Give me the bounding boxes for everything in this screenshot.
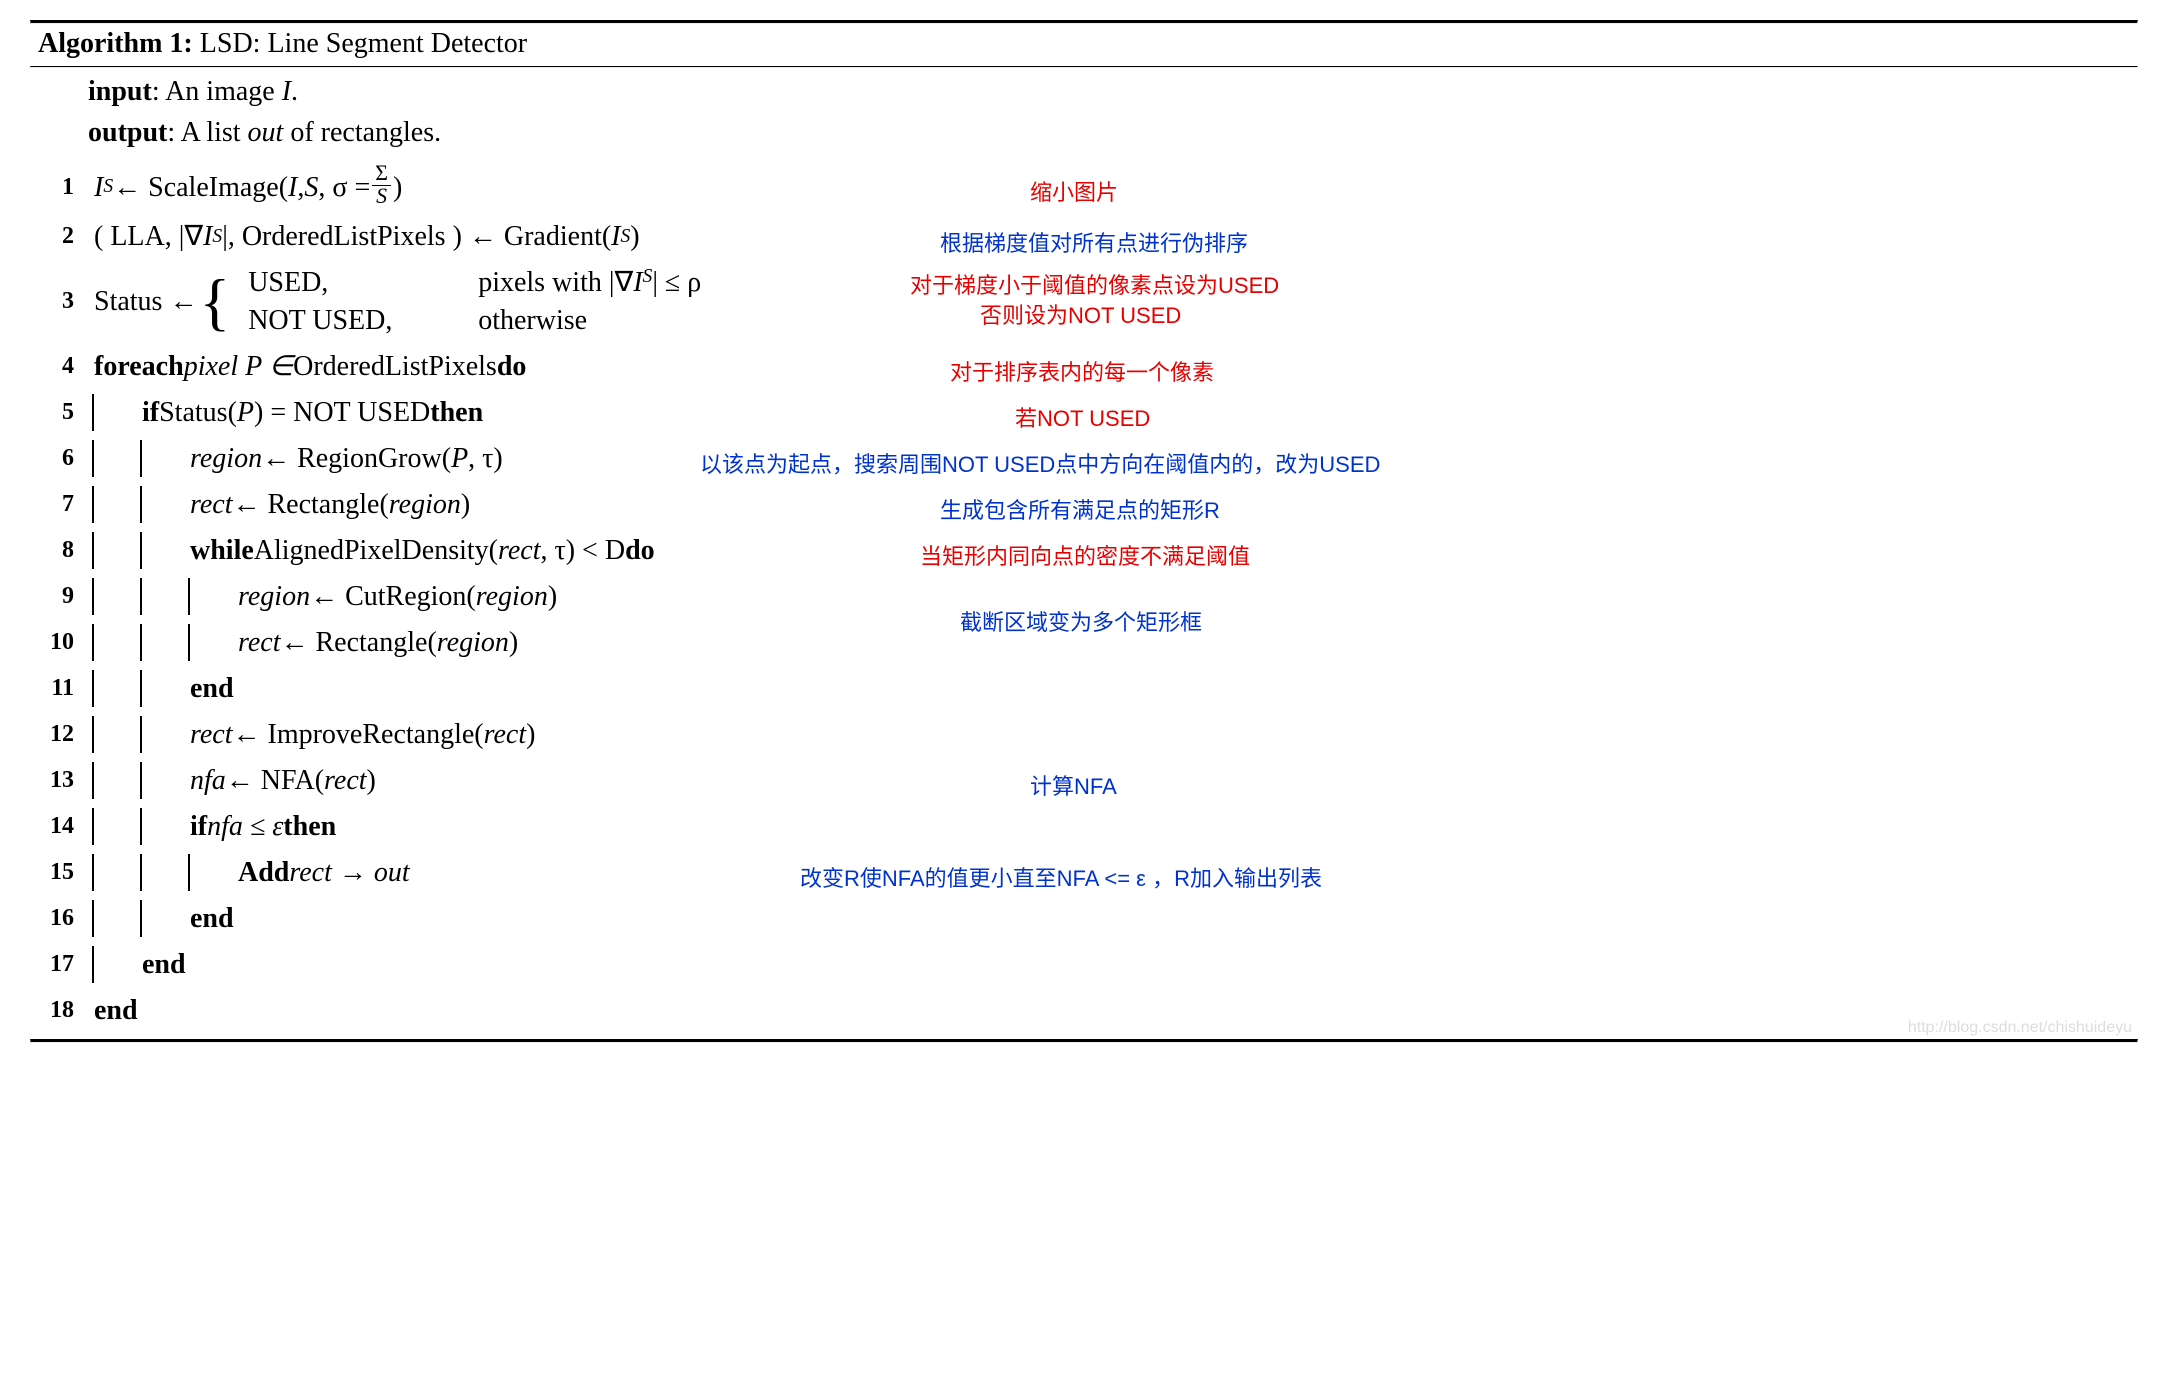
line-number: 14 <box>30 803 88 849</box>
input-line: input: An image I. <box>88 72 2138 113</box>
line-number: 4 <box>30 343 88 389</box>
code-line-16: 16 end <box>30 895 2138 941</box>
code-line-13: 13 nfa ← NFA(rect) 计算NFA <box>30 757 2138 803</box>
code-content: IS ← ScaleImage(I, S, σ = ΣS) <box>88 165 402 210</box>
code-line-7: 7 rect ← Rectangle(region) 生成包含所有满足点的矩形R <box>30 481 2138 527</box>
line-number: 17 <box>30 941 88 987</box>
code-line-3: 3 Status ← { USED,pixels with |∇IS| ≤ ρ … <box>30 260 2138 344</box>
annotation: 根据梯度值对所有点进行伪排序 <box>940 226 1248 258</box>
output-var: out <box>248 117 284 148</box>
code-line-11: 11 end <box>30 665 2138 711</box>
code-line-18: 18 end <box>30 987 2138 1033</box>
watermark: http://blog.csdn.net/chishuideyu <box>1908 1019 2132 1037</box>
code-line-4: 4 foreach pixel P ∈ OrderedListPixels do… <box>30 343 2138 389</box>
code-line-5: 5 if Status(P) = NOT USED then 若NOT USED <box>30 389 2138 435</box>
line-number: 5 <box>30 389 88 435</box>
brace-icon: { <box>197 273 236 331</box>
algorithm-header: Algorithm 1: LSD: Line Segment Detector <box>30 24 2138 66</box>
line-number: 7 <box>30 481 88 527</box>
line-number: 16 <box>30 895 88 941</box>
output-tail: of rectangles. <box>283 117 441 148</box>
algorithm-label: Algorithm 1: <box>38 28 193 59</box>
annotation: 生成包含所有满足点的矩形R <box>940 493 1220 525</box>
code-line-1: 1 IS ← ScaleImage(I, S, σ = ΣS) 缩小图片 <box>30 161 2138 214</box>
output-label: output <box>88 117 167 148</box>
code-line-6: 6 region ← RegionGrow(P, τ) 以该点为起点，搜索周围N… <box>30 435 2138 481</box>
code-line-2: 2 ( LLA, |∇IS|, OrderedListPixels ) ← Gr… <box>30 214 2138 260</box>
rule-bottom <box>30 1039 2138 1043</box>
annotation: 缩小图片 <box>1030 175 1118 207</box>
line-number: 8 <box>30 527 88 573</box>
algorithm-title: LSD: Line Segment Detector <box>200 28 527 59</box>
algorithm-body: 1 IS ← ScaleImage(I, S, σ = ΣS) 缩小图片 2 (… <box>30 161 2138 1033</box>
input-text: : An image <box>152 76 282 107</box>
code-line-10: 10 rect ← Rectangle(region) <box>30 619 2138 665</box>
annotation: 改变R使NFA的值更小直至NFA <= ε ，R加入输出列表 <box>800 861 1322 893</box>
annotation: 否则设为NOT USED <box>980 298 1181 330</box>
code-content: Status ← { USED,pixels with |∇IS| ≤ ρ NO… <box>88 264 701 340</box>
line-number: 15 <box>30 849 88 895</box>
code-line-15: 15 Add rect → out 改变R使NFA的值更小直至NFA <= ε … <box>30 849 2138 895</box>
code-line-9: 9 region ← CutRegion(region) 截断区域变为多个矩形框 <box>30 573 2138 619</box>
input-tail: . <box>291 76 298 107</box>
annotation: 以该点为起点，搜索周围NOT USED点中方向在阈值内的，改为USED <box>700 447 1380 479</box>
code-line-17: 17 end <box>30 941 2138 987</box>
code-line-8: 8 while AlignedPixelDensity(rect, τ) < D… <box>30 527 2138 573</box>
line-number: 10 <box>30 619 88 665</box>
annotation: 若NOT USED <box>1015 401 1150 433</box>
code-line-14: 14 if nfa ≤ ε then <box>30 803 2138 849</box>
line-number: 9 <box>30 573 88 619</box>
algorithm-block: Algorithm 1: LSD: Line Segment Detector … <box>30 20 2138 1043</box>
line-number: 3 <box>30 260 88 344</box>
annotation: 计算NFA <box>1030 769 1117 801</box>
annotation: 当矩形内同向点的密度不满足阈值 <box>920 539 1250 571</box>
input-var: I <box>282 76 291 107</box>
io-block: input: An image I. output: A list out of… <box>30 68 2138 161</box>
line-number: 2 <box>30 214 88 260</box>
line-number: 18 <box>30 987 88 1033</box>
annotation: 对于梯度小于阈值的像素点设为USED <box>910 268 1279 300</box>
annotation: 对于排序表内的每一个像素 <box>950 355 1214 387</box>
line-number: 1 <box>30 161 88 214</box>
code-line-12: 12 rect ← ImproveRectangle(rect) <box>30 711 2138 757</box>
input-label: input <box>88 76 152 107</box>
line-number: 12 <box>30 711 88 757</box>
output-line: output: A list out of rectangles. <box>88 113 2138 154</box>
line-number: 13 <box>30 757 88 803</box>
output-text: : A list <box>167 117 247 148</box>
line-number: 6 <box>30 435 88 481</box>
code-content: ( LLA, |∇IS|, OrderedListPixels ) ← Grad… <box>88 218 640 256</box>
line-number: 11 <box>30 665 88 711</box>
